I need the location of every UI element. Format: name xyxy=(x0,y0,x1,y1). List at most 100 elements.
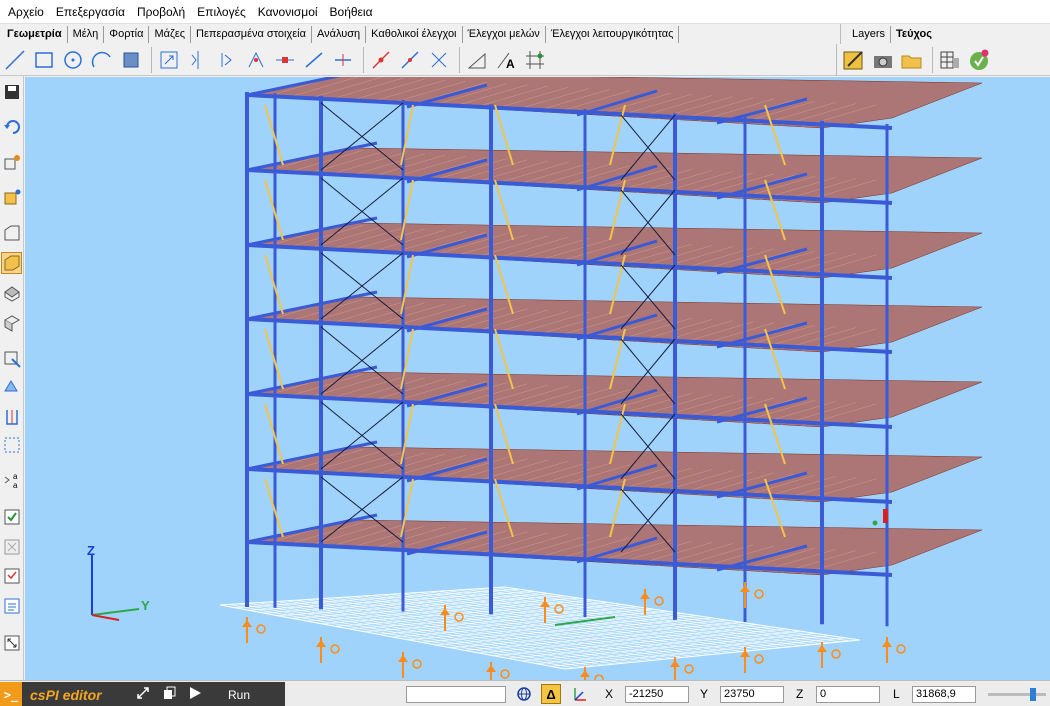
console-prompt-icon[interactable]: >_ xyxy=(0,682,22,706)
zoom-slider-handle[interactable] xyxy=(1030,688,1036,701)
zoom-slider[interactable] xyxy=(988,688,1046,701)
mirror-tool-icon[interactable] xyxy=(185,47,211,73)
move-tool-icon[interactable] xyxy=(156,47,182,73)
support-arrow xyxy=(242,620,252,627)
menu-view[interactable]: Προβολή xyxy=(131,0,191,24)
support-moment xyxy=(654,596,664,606)
tab-layers[interactable]: Layers xyxy=(847,25,892,43)
tab-serviceability-checks[interactable]: Έλεγχοι λειτουργικότητας xyxy=(546,25,680,43)
tab-finite-elements[interactable]: Πεπερασμένα στοιχεία xyxy=(191,25,312,43)
support-moment xyxy=(412,659,422,669)
svg-text:A: A xyxy=(506,57,515,71)
l-label: L xyxy=(893,687,900,701)
uncheck-list-icon[interactable] xyxy=(1,536,22,558)
run-button[interactable]: Run xyxy=(228,688,250,702)
check-list-icon[interactable] xyxy=(1,506,22,528)
z-label: Z xyxy=(796,687,804,701)
tab-geometry[interactable]: Γεωμετρία xyxy=(2,25,68,43)
polygon-tool-icon[interactable] xyxy=(118,47,144,73)
delta-icon[interactable]: Δ xyxy=(541,684,561,704)
split-tool-icon[interactable] xyxy=(397,47,423,73)
selected-node-marker xyxy=(883,509,888,523)
select-nodes-icon[interactable] xyxy=(1,152,22,174)
globe-icon[interactable] xyxy=(516,686,532,705)
svg-text:a: a xyxy=(13,481,18,489)
rectangle-tool-icon[interactable] xyxy=(31,47,57,73)
menu-bar: Αρχείο Επεξεργασία Προβολή Επιλογές Κανο… xyxy=(0,0,1050,24)
tab-report[interactable]: Τεύχος xyxy=(891,26,937,43)
svg-text:a: a xyxy=(13,472,18,481)
structure-report-icon[interactable] xyxy=(937,47,963,73)
circle-tool-icon[interactable] xyxy=(60,47,86,73)
cross-tool-icon[interactable] xyxy=(426,47,452,73)
menu-help[interactable]: Βοήθεια xyxy=(324,0,379,24)
tab-member-checks[interactable]: Έλεγχοι μελών xyxy=(463,25,546,43)
section-view-icon[interactable] xyxy=(1,406,22,428)
support-arrow xyxy=(398,655,408,662)
right-tabs: Layers Τεύχος xyxy=(840,24,1050,44)
save-icon[interactable] xyxy=(1,81,22,103)
line-tool-icon[interactable] xyxy=(2,47,28,73)
left-toolbar: aa xyxy=(0,76,24,680)
numbering-icon[interactable] xyxy=(522,47,548,73)
support-arrow xyxy=(486,665,496,672)
break-tool-icon[interactable] xyxy=(301,47,327,73)
filter-list-icon[interactable] xyxy=(1,565,22,587)
z-coordinate-field[interactable]: 0 xyxy=(816,686,880,703)
menu-options[interactable]: Επιλογές xyxy=(191,0,252,24)
run-play-icon[interactable] xyxy=(188,686,202,703)
ucs-icon[interactable] xyxy=(572,686,588,705)
tab-members[interactable]: Μέλη xyxy=(68,25,105,43)
pan-icon[interactable] xyxy=(1,375,22,397)
camera-icon[interactable] xyxy=(870,47,896,73)
support-moment xyxy=(754,589,764,599)
menu-edit[interactable]: Επεξεργασία xyxy=(50,0,131,24)
x-coordinate-field[interactable]: -21250 xyxy=(625,686,689,703)
extend-tool-icon[interactable] xyxy=(272,47,298,73)
edit-report-icon[interactable] xyxy=(841,47,867,73)
rotate-tool-icon[interactable] xyxy=(214,47,240,73)
tab-loads[interactable]: Φορτία xyxy=(104,25,150,43)
menu-file[interactable]: Αρχείο xyxy=(2,0,50,24)
support-moment xyxy=(754,654,764,664)
view-front-icon[interactable] xyxy=(1,222,22,244)
copy-icon[interactable] xyxy=(162,686,176,703)
text-annotation-icon[interactable]: A xyxy=(493,47,519,73)
tab-masses[interactable]: Μάζες xyxy=(149,25,192,43)
fullscreen-icon[interactable] xyxy=(1,632,22,654)
y-coordinate-field[interactable]: 23750 xyxy=(720,686,784,703)
tab-global-checks[interactable]: Καθολικοί έλεγχοι xyxy=(366,25,463,43)
eco-notification-icon[interactable] xyxy=(966,47,992,73)
status-bar: >_ csPI editor Run Δ X -21250 Y 23750 Z … xyxy=(0,680,1050,706)
toolbar-separator xyxy=(363,46,364,73)
menu-codes[interactable]: Κανονισμοί xyxy=(252,0,324,24)
support-arrow xyxy=(316,640,326,647)
expand-icon[interactable] xyxy=(136,686,150,703)
offset-tool-icon[interactable] xyxy=(330,47,356,73)
ribbon-tabs: Γεωμετρία Μέλη Φορτία Μάζες Πεπερασμένα … xyxy=(0,24,836,44)
dotted-select-icon[interactable] xyxy=(1,434,22,456)
select-members-icon[interactable] xyxy=(1,186,22,208)
structure-model[interactable]: Z Y xyxy=(25,77,1050,680)
toolbar-separator xyxy=(459,46,460,73)
angle-measure-icon[interactable] xyxy=(464,47,490,73)
report-list-icon[interactable] xyxy=(1,595,22,617)
folder-icon[interactable] xyxy=(899,47,925,73)
zoom-window-icon[interactable] xyxy=(1,348,22,370)
y-label: Y xyxy=(700,687,709,701)
view-side-icon[interactable] xyxy=(1,312,22,334)
x-label: X xyxy=(605,687,614,701)
undo-icon[interactable] xyxy=(1,116,22,138)
tab-analysis[interactable]: Ανάλυση xyxy=(312,25,367,43)
arc-tool-icon[interactable] xyxy=(89,47,115,73)
report-toolbar xyxy=(836,44,1050,76)
command-input[interactable] xyxy=(406,686,506,703)
view-iso-icon[interactable] xyxy=(1,252,22,274)
label-swap-icon[interactable]: aa xyxy=(1,469,22,491)
length-field[interactable]: 31868,9 xyxy=(912,686,976,703)
support-moment xyxy=(330,644,340,654)
node-tool-icon[interactable] xyxy=(368,47,394,73)
3d-model-viewport[interactable]: Z Y xyxy=(25,77,1050,680)
view-top-icon[interactable] xyxy=(1,282,22,304)
trim-tool-icon[interactable] xyxy=(243,47,269,73)
